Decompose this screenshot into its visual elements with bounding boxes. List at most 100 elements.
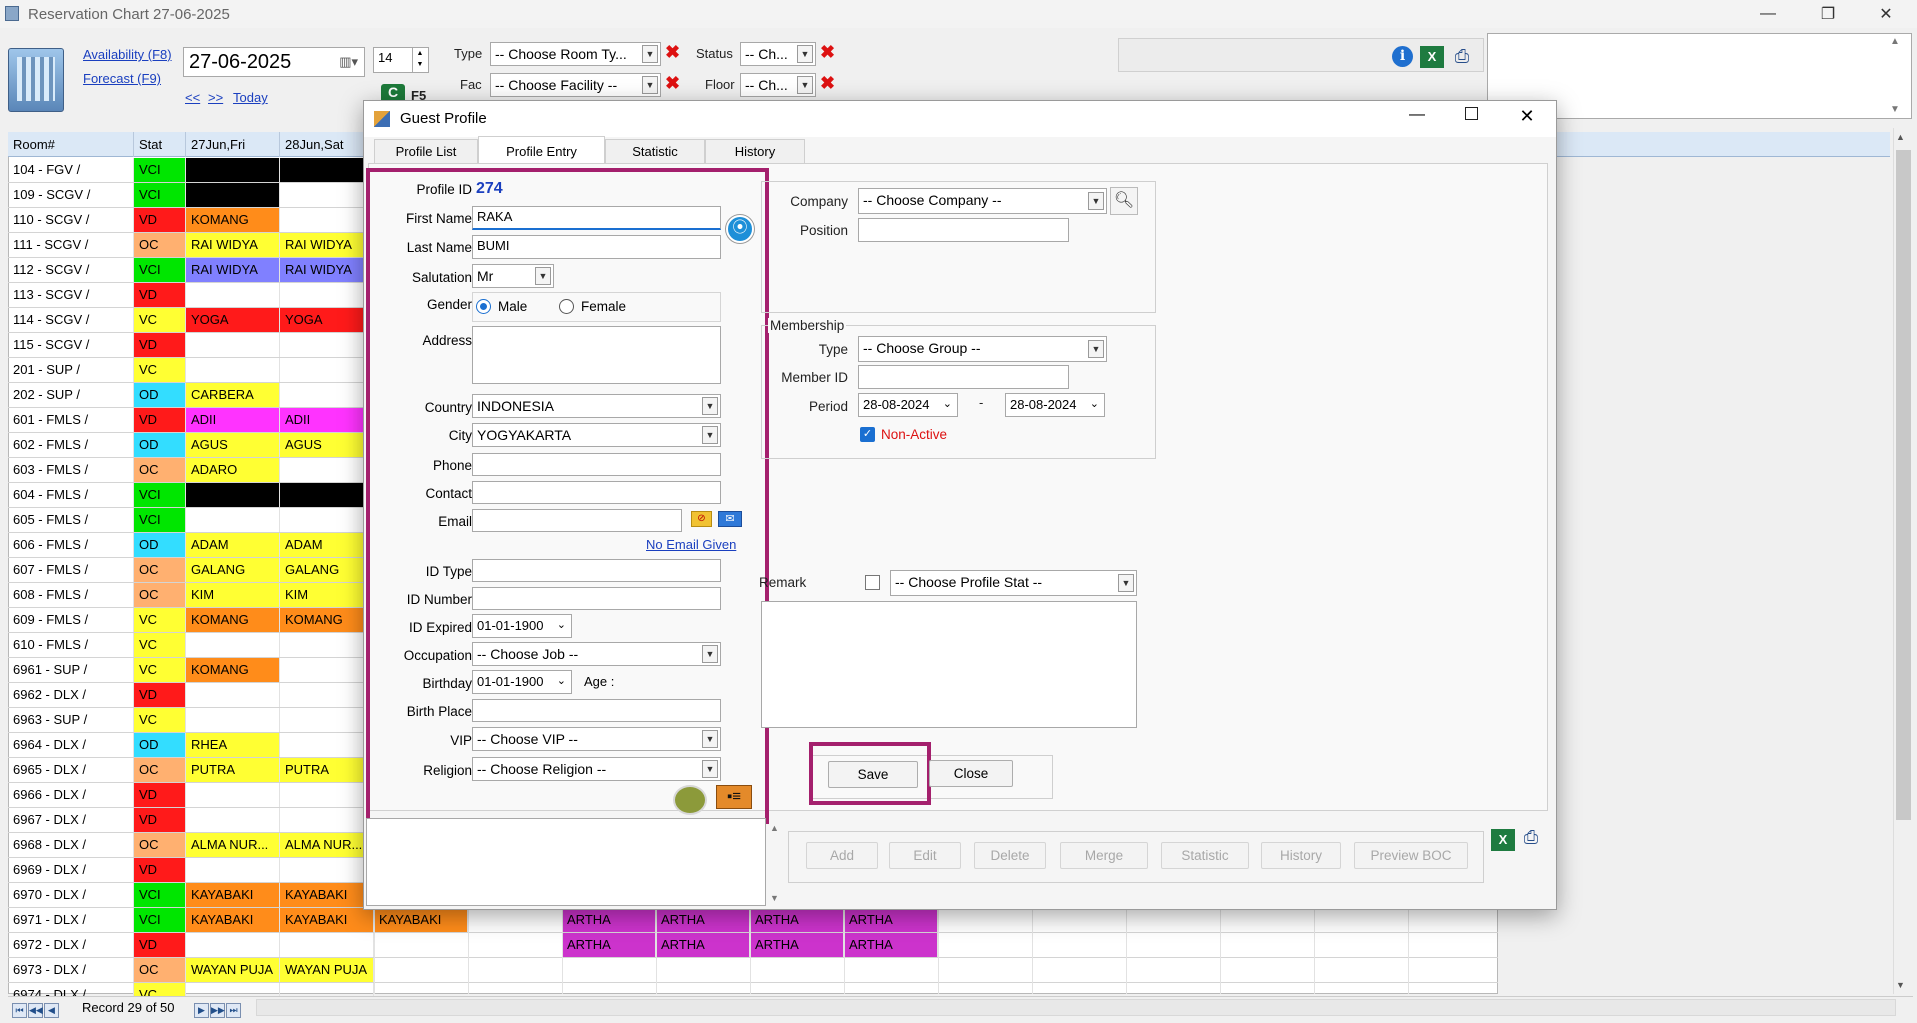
- action-button-statistic[interactable]: Statistic: [1161, 842, 1249, 869]
- scroll-up-icon[interactable]: ▲: [770, 823, 779, 833]
- booking-cell[interactable]: KOMANG: [186, 658, 280, 682]
- action-button-history[interactable]: History: [1261, 842, 1341, 869]
- action-button-add[interactable]: Add: [806, 842, 878, 869]
- booking-cell[interactable]: [280, 708, 374, 732]
- horizontal-scrollbar[interactable]: [256, 999, 1896, 1016]
- booking-cell[interactable]: ARTHA: [656, 933, 750, 957]
- booking-cell[interactable]: [280, 383, 374, 407]
- prev-page-icon[interactable]: ◀◀: [28, 1003, 43, 1018]
- booking-cell[interactable]: ADARO: [186, 458, 280, 482]
- booking-cell[interactable]: AGUS: [186, 433, 280, 457]
- forecast-link[interactable]: Forecast (F9): [83, 71, 161, 86]
- dialog-close-button[interactable]: ✕: [1512, 106, 1542, 127]
- booking-cell[interactable]: [186, 483, 280, 507]
- prev-record-icon[interactable]: ◀: [44, 1003, 59, 1018]
- col-day-2[interactable]: 28Jun,Sat: [280, 132, 374, 157]
- booking-cell[interactable]: [186, 783, 280, 807]
- booking-cell[interactable]: RAI WIDYA: [186, 258, 280, 282]
- restore-button[interactable]: ❐: [1800, 0, 1856, 28]
- company-dropdown[interactable]: -- Choose Company -- ▼: [858, 188, 1107, 214]
- tab-profile-list[interactable]: Profile List: [374, 139, 478, 165]
- close-button[interactable]: Close: [929, 760, 1013, 787]
- booking-cell[interactable]: [186, 158, 280, 182]
- booking-cell[interactable]: KOMANG: [186, 208, 280, 232]
- booking-cell[interactable]: [186, 808, 280, 832]
- booking-cell[interactable]: [186, 183, 280, 207]
- clear-floor-icon[interactable]: ✖: [820, 73, 835, 94]
- booking-cell[interactable]: ARTHA: [844, 933, 938, 957]
- booking-cell[interactable]: [280, 683, 374, 707]
- info-icon[interactable]: i: [1392, 46, 1413, 67]
- action-button-edit[interactable]: Edit: [889, 842, 961, 869]
- no-email-link[interactable]: No Email Given: [646, 537, 736, 552]
- print-icon[interactable]: ⎙: [1519, 827, 1543, 849]
- booking-cell[interactable]: [280, 283, 374, 307]
- booking-cell[interactable]: [280, 658, 374, 682]
- booking-cell[interactable]: ARTHA: [750, 908, 844, 932]
- booking-cell[interactable]: [280, 208, 374, 232]
- printer-icon[interactable]: ⎙: [1450, 46, 1474, 68]
- next-record-icon[interactable]: ▶: [194, 1003, 209, 1018]
- booking-cell[interactable]: KAYABAKI: [374, 908, 468, 932]
- booking-cell[interactable]: ADAM: [280, 533, 374, 557]
- booking-cell[interactable]: RAI WIDYA: [280, 233, 374, 257]
- action-button-preview-boc[interactable]: Preview BOC: [1354, 842, 1468, 869]
- first-name-input[interactable]: RAKA: [472, 206, 721, 230]
- floor-dropdown[interactable]: -- Ch... ▼: [740, 73, 816, 97]
- booking-cell[interactable]: WAYAN PUJA: [280, 958, 374, 982]
- booking-cell[interactable]: [280, 508, 374, 532]
- booking-cell[interactable]: WAYAN PUJA: [186, 958, 280, 982]
- id-expired-date[interactable]: 01-01-1900 ⌄: [472, 614, 572, 638]
- booking-cell[interactable]: ADAM: [186, 533, 280, 557]
- no-email-icon[interactable]: ⊘: [691, 511, 712, 527]
- clear-status-icon[interactable]: ✖: [820, 42, 835, 63]
- booking-cell[interactable]: YOGA: [280, 308, 374, 332]
- booking-cell[interactable]: KOMANG: [186, 608, 280, 632]
- booking-cell[interactable]: AGUS: [280, 433, 374, 457]
- location-pin-icon[interactable]: ⦿: [726, 215, 754, 243]
- booking-cell[interactable]: [186, 858, 280, 882]
- birthday-date[interactable]: 01-01-1900 ⌄: [472, 670, 572, 694]
- booking-cell[interactable]: ADII: [186, 408, 280, 432]
- booking-cell[interactable]: KIM: [280, 583, 374, 607]
- remark-textarea[interactable]: [761, 601, 1137, 728]
- booking-cell[interactable]: [186, 333, 280, 357]
- tab-statistic[interactable]: Statistic: [605, 139, 705, 165]
- booking-cell[interactable]: CARBERA: [186, 383, 280, 407]
- scroll-down-icon[interactable]: ▼: [770, 893, 779, 903]
- booking-cell[interactable]: KAYABAKI: [280, 908, 374, 932]
- booking-cell[interactable]: [280, 783, 374, 807]
- booking-cell[interactable]: PUTRA: [280, 758, 374, 782]
- booking-cell[interactable]: ARTHA: [750, 933, 844, 957]
- first-page-icon[interactable]: ⏮: [12, 1003, 27, 1018]
- days-stepper[interactable]: 14 ▲ ▼: [373, 47, 429, 73]
- action-button-delete[interactable]: Delete: [974, 842, 1046, 869]
- close-button[interactable]: ✕: [1858, 0, 1914, 28]
- booking-cell[interactable]: ARTHA: [844, 908, 938, 932]
- group-dropdown[interactable]: -- Choose Group -- ▼: [858, 336, 1107, 362]
- booking-cell[interactable]: [186, 358, 280, 382]
- city-dropdown[interactable]: YOGYAKARTA ▼: [472, 423, 721, 447]
- scroll-thumb[interactable]: [1896, 150, 1911, 820]
- female-radio[interactable]: [559, 299, 574, 314]
- booking-cell[interactable]: [280, 158, 374, 182]
- booking-cell[interactable]: [280, 633, 374, 657]
- calendar-dropdown-icon[interactable]: ▥▾: [339, 54, 358, 70]
- remark-checkbox[interactable]: [865, 575, 880, 590]
- booking-cell[interactable]: KAYABAKI: [280, 883, 374, 907]
- last-page-icon[interactable]: ⏭: [226, 1003, 241, 1018]
- booking-cell[interactable]: ARTHA: [562, 933, 656, 957]
- clear-type-icon[interactable]: ✖: [665, 42, 680, 63]
- minimize-button[interactable]: —: [1740, 0, 1796, 28]
- scroll-down-icon[interactable]: ▼: [1890, 104, 1900, 115]
- id-card-icon[interactable]: ▪≡: [716, 785, 752, 809]
- action-button-merge[interactable]: Merge: [1060, 842, 1148, 869]
- booking-cell[interactable]: GALANG: [186, 558, 280, 582]
- tab-profile-entry[interactable]: Profile Entry: [478, 136, 605, 165]
- country-dropdown[interactable]: INDONESIA ▼: [472, 394, 721, 418]
- religion-dropdown[interactable]: -- Choose Religion -- ▼: [472, 757, 721, 781]
- prev-link[interactable]: <<: [185, 90, 200, 105]
- booking-cell[interactable]: KOMANG: [280, 608, 374, 632]
- dialog-maximize-button[interactable]: [1465, 107, 1478, 120]
- booking-cell[interactable]: [280, 808, 374, 832]
